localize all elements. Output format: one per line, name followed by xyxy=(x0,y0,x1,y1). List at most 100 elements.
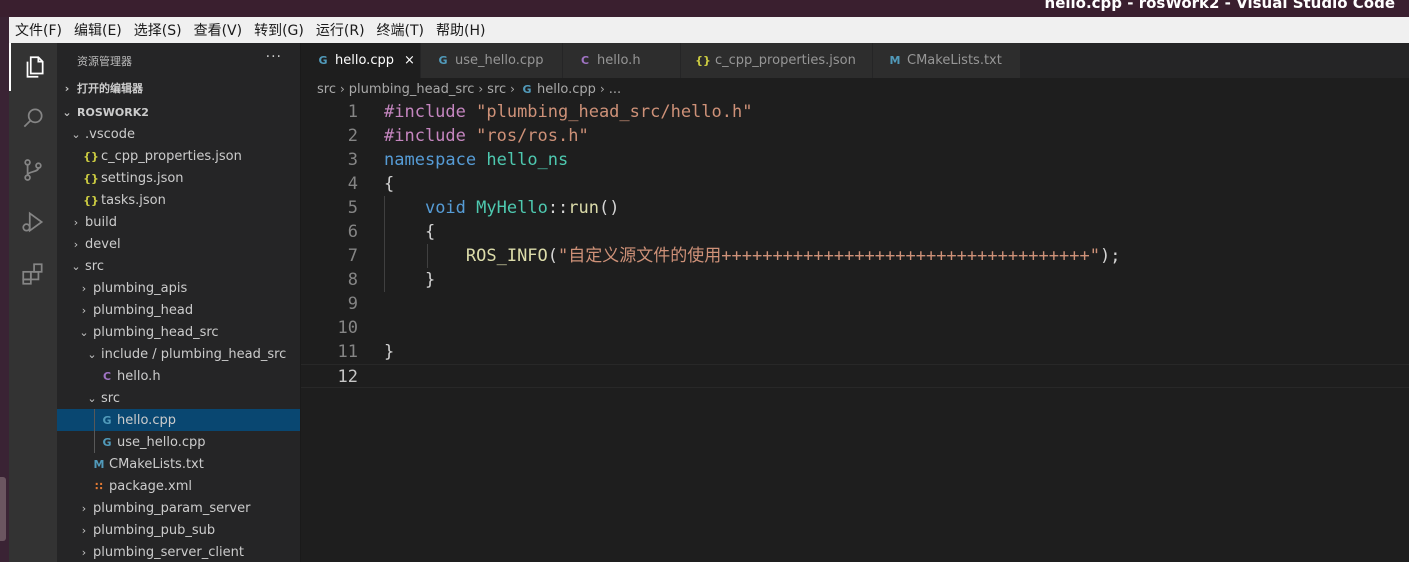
breadcrumb-item[interactable]: hello.cpp xyxy=(537,82,596,97)
chevron-right-icon: › xyxy=(510,82,515,96)
code-line[interactable]: 12 xyxy=(301,364,1409,388)
code-line[interactable]: 2 #include "ros/ros.h" xyxy=(301,124,1409,148)
tab-hello-h[interactable]: Chello.h xyxy=(563,43,681,78)
menu-item[interactable]: 选择(S) xyxy=(134,20,182,40)
code-line[interactable]: 10 xyxy=(301,316,1409,340)
tab-label: CMakeLists.txt xyxy=(907,53,1002,68)
tree-item-label: devel xyxy=(85,236,121,252)
menu-item[interactable]: 帮助(H) xyxy=(436,20,485,40)
code-token: run xyxy=(568,198,600,218)
line-number: 3 xyxy=(347,150,358,170)
tree-item-label: build xyxy=(85,214,117,230)
menu-item[interactable]: 转到(G) xyxy=(254,20,304,40)
chevron-down-icon: ⌄ xyxy=(71,259,81,273)
more-actions-button[interactable]: ··· xyxy=(266,49,282,65)
code-token: "ros/ros.h" xyxy=(476,126,589,146)
code-text: #include "ros/ros.h" xyxy=(384,124,589,148)
tab-cmakelists-txt[interactable]: M CMakeLists.txt xyxy=(873,43,1021,78)
tab-label: use_hello.cpp xyxy=(455,53,544,68)
folder-item[interactable]: › devel xyxy=(57,233,300,255)
search-activity-button[interactable] xyxy=(9,94,57,142)
file-item[interactable]: {} c_cpp_properties.json xyxy=(57,145,300,167)
breadcrumb-item[interactable]: plumbing_head_src xyxy=(349,82,475,97)
tree-item-label: plumbing_head_src xyxy=(93,324,219,340)
breadcrumb-item[interactable]: src xyxy=(487,82,506,97)
code-line[interactable]: 5 void MyHello::run() xyxy=(301,196,1409,220)
code-line[interactable]: 9 xyxy=(301,292,1409,316)
code-text: } xyxy=(384,340,394,364)
tab-use-hello-cpp[interactable]: Guse_hello.cpp xyxy=(421,43,563,78)
code-token: MyHello xyxy=(476,198,548,218)
run-debug-activity-button[interactable] xyxy=(9,198,57,246)
chevron-down-icon: ⌄ xyxy=(79,325,89,339)
indent-guide xyxy=(427,244,428,268)
code-line[interactable]: 3 namespace hello_ns xyxy=(301,148,1409,172)
chevron-down-icon: ⌄ xyxy=(62,105,72,119)
code-token: #include xyxy=(384,102,477,122)
tree-item-label: plumbing_param_server xyxy=(93,500,251,516)
code-line[interactable]: 4{ xyxy=(301,172,1409,196)
open-editors-section[interactable]: › 打开的编辑器 xyxy=(57,77,300,99)
workspace-label: ROSWORK2 xyxy=(77,105,149,119)
folder-item[interactable]: › plumbing_pub_sub xyxy=(57,519,300,541)
menu-item[interactable]: 文件(F) xyxy=(15,20,62,40)
source-control-icon xyxy=(24,159,42,181)
code-token: ( xyxy=(547,246,559,266)
code-token: namespace xyxy=(384,150,477,170)
files-icon xyxy=(26,56,44,78)
code-token: :: xyxy=(547,198,569,218)
code-text: #include "plumbing_head_src/hello.h" xyxy=(384,100,752,124)
tab-c-cpp-properties-json[interactable]: {} c_cpp_properties.json xyxy=(681,43,873,78)
folder-item[interactable]: ⌄ src xyxy=(57,387,300,409)
extensions-activity-button[interactable] xyxy=(9,250,57,298)
menu-item[interactable]: 运行(R) xyxy=(316,20,365,40)
folder-item[interactable]: › plumbing_head xyxy=(57,299,300,321)
folder-item[interactable]: › build xyxy=(57,211,300,233)
cpp-file-icon: G xyxy=(318,54,328,67)
explorer-activity-button[interactable] xyxy=(9,43,57,91)
code-text: void MyHello::run() xyxy=(384,196,620,220)
folder-item[interactable]: › plumbing_apis xyxy=(57,277,300,299)
cmake-file-icon: M xyxy=(889,54,901,67)
cpp-file-icon: G xyxy=(102,435,112,449)
tree-item-label: package.xml xyxy=(109,478,192,494)
file-item[interactable]: ∷ package.xml xyxy=(57,475,300,497)
folder-item[interactable]: › plumbing_param_server xyxy=(57,497,300,519)
tree-item-label: src xyxy=(101,390,120,406)
menu-item[interactable]: 查看(V) xyxy=(194,20,243,40)
code-line[interactable]: 1 #include "plumbing_head_src/hello.h" xyxy=(301,100,1409,124)
code-token: void xyxy=(424,198,466,218)
code-line[interactable]: 6 { xyxy=(301,220,1409,244)
folder-item[interactable]: ⌄ .vscode xyxy=(57,123,300,145)
workspace-section[interactable]: ⌄ ROSWORK2 xyxy=(57,101,300,123)
line-number: 11 xyxy=(337,342,358,362)
code-line[interactable]: 8 } xyxy=(301,268,1409,292)
code-line[interactable]: 7 ROS_INFO("自定义源文件的使用+++++++++++++++++++… xyxy=(301,244,1409,268)
indent-guide xyxy=(94,409,95,453)
os-top-bar: hello.cpp - rosWork2 - Visual Studio Cod… xyxy=(0,0,1409,17)
folder-item[interactable]: ⌄ include / plumbing_head_src xyxy=(57,343,300,365)
close-icon[interactable]: × xyxy=(404,53,415,68)
source-control-activity-button[interactable] xyxy=(9,146,57,194)
explorer-title: 资源管理器 xyxy=(77,55,132,68)
tree-item-label: plumbing_server_client xyxy=(93,544,244,560)
file-item[interactable]: {} settings.json xyxy=(57,167,300,189)
breadcrumb-item[interactable]: src xyxy=(317,82,336,97)
folder-item[interactable]: › plumbing_server_client xyxy=(57,541,300,562)
chevron-down-icon: ⌄ xyxy=(71,127,81,141)
menu-item[interactable]: 终端(T) xyxy=(377,20,424,40)
menu-item[interactable]: 编辑(E) xyxy=(74,20,122,40)
file-item[interactable]: Chello.h xyxy=(57,365,300,387)
tree-item-label: src xyxy=(85,258,104,274)
tab-hello-cpp[interactable]: Ghello.cpp × xyxy=(301,43,421,78)
folder-item[interactable]: ⌄ src xyxy=(57,255,300,277)
code-line[interactable]: 11} xyxy=(301,340,1409,364)
line-number: 12 xyxy=(337,367,358,387)
code-editor[interactable]: 1 #include "plumbing_head_src/hello.h" 2 #i… xyxy=(301,100,1409,562)
breadcrumb-item[interactable]: ... xyxy=(609,82,621,97)
file-item[interactable]: {} tasks.json xyxy=(57,189,300,211)
file-item[interactable]: M CMakeLists.txt xyxy=(57,453,300,475)
folder-item[interactable]: ⌄ plumbing_head_src xyxy=(57,321,300,343)
